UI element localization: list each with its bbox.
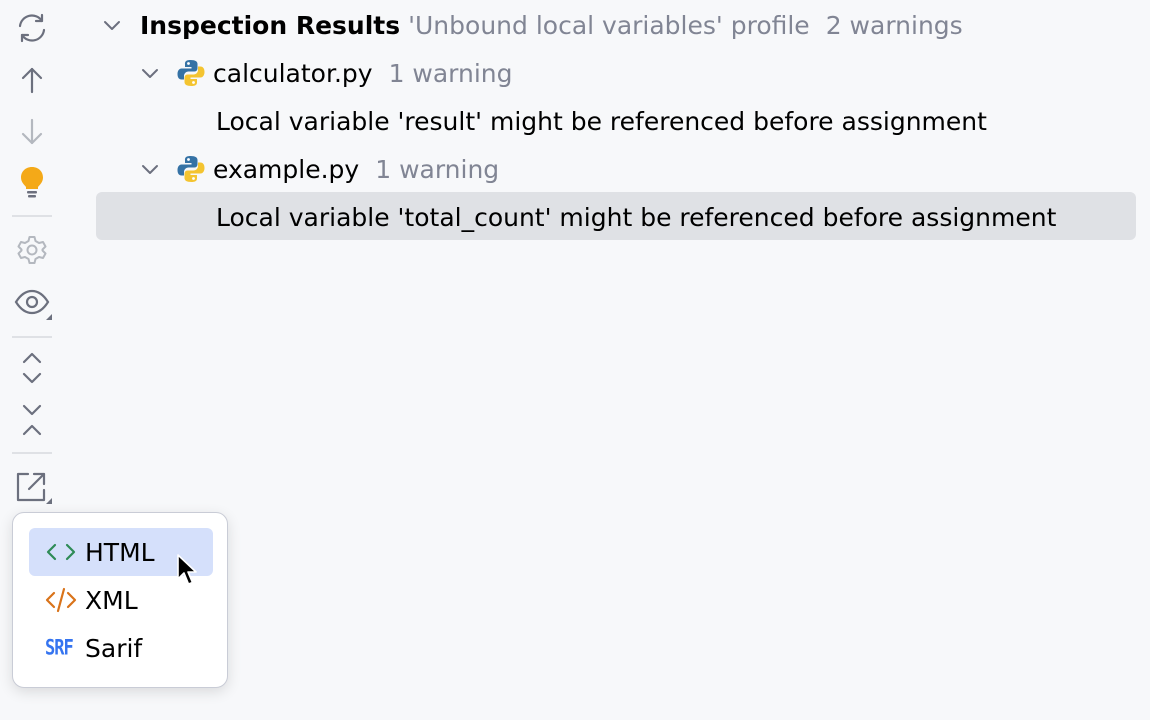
- problem-message: Local variable 'total_count' might be re…: [216, 202, 1057, 232]
- problem-message: Local variable 'result' might be referen…: [216, 106, 987, 136]
- sarif-icon: SRF: [45, 634, 79, 662]
- profile-name: 'Unbound local variables' profile: [408, 10, 810, 40]
- html-icon: [45, 538, 79, 566]
- file-row[interactable]: example.py 1 warning: [138, 145, 499, 193]
- export-format-popup: HTML XML SRF Sarif: [12, 512, 228, 688]
- settings-icon[interactable]: [10, 228, 54, 272]
- python-file-icon: [177, 156, 205, 182]
- menu-item-label: HTML: [85, 537, 155, 567]
- previous-icon[interactable]: [10, 58, 54, 102]
- results-title: Inspection Results: [140, 10, 401, 40]
- expand-all-icon[interactable]: [10, 346, 54, 390]
- lightbulb-icon[interactable]: [10, 160, 54, 204]
- toolbar-separator: [12, 452, 52, 454]
- chevron-down-icon[interactable]: [138, 61, 162, 85]
- file-warning-count: 1 warning: [375, 154, 500, 184]
- collapse-all-icon[interactable]: [10, 398, 54, 442]
- problem-row[interactable]: Local variable 'result' might be referen…: [216, 97, 987, 145]
- file-warning-count: 1 warning: [388, 58, 513, 88]
- chevron-down-icon[interactable]: [138, 157, 162, 181]
- toolbar-separator: [12, 215, 52, 217]
- tree-root-row[interactable]: Inspection Results 'Unbound local variab…: [100, 1, 963, 49]
- problem-row-selected[interactable]: Local variable 'total_count' might be re…: [216, 193, 1056, 241]
- warning-count: 2 warnings: [825, 10, 963, 40]
- rerun-icon[interactable]: [10, 6, 54, 50]
- file-name: calculator.py: [213, 58, 373, 88]
- menu-item-sarif[interactable]: SRF Sarif: [29, 624, 213, 672]
- menu-item-label: Sarif: [85, 633, 143, 663]
- toolbar-separator: [12, 336, 52, 338]
- view-options-icon[interactable]: [10, 280, 54, 324]
- chevron-down-icon[interactable]: [100, 13, 124, 37]
- file-row[interactable]: calculator.py 1 warning: [138, 49, 513, 97]
- export-icon[interactable]: [10, 464, 54, 508]
- python-file-icon: [177, 60, 205, 86]
- next-icon[interactable]: [10, 110, 54, 154]
- file-name: example.py: [213, 154, 360, 184]
- xml-icon: [45, 586, 79, 614]
- sarif-icon-text: SRF: [45, 635, 74, 661]
- mouse-cursor-icon: [177, 554, 197, 585]
- menu-item-label: XML: [85, 585, 138, 615]
